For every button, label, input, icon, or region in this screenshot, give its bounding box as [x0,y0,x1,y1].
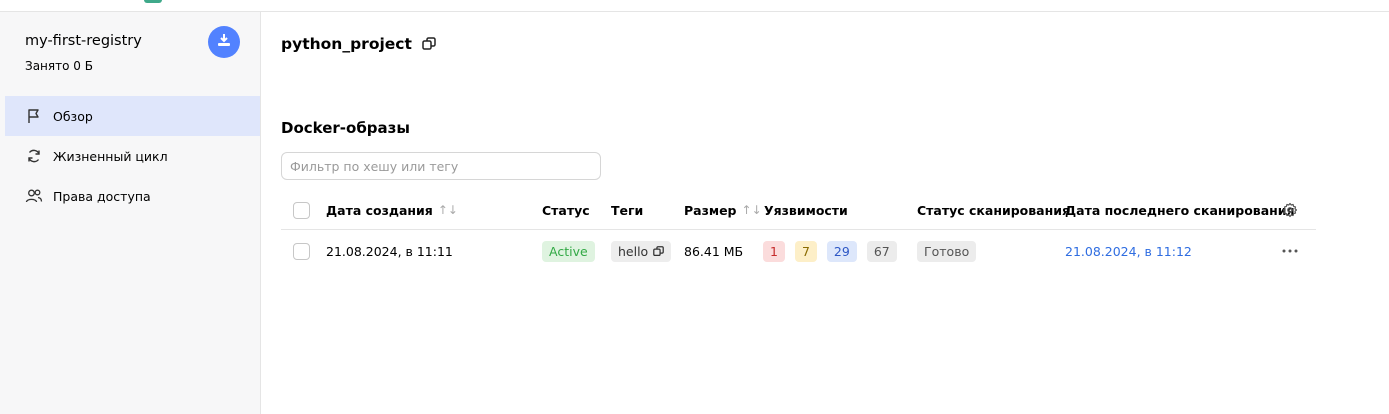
table-header: Дата создания ↑↓ Статус Теги Размер ↑↓ У… [281,190,1316,230]
column-scan-status: Статус сканирования [917,202,1071,218]
flag-icon [25,107,43,125]
vuln-low-badge: 67 [866,240,897,262]
vuln-medium-badge: 29 [826,240,857,262]
vuln-critical-badge: 1 [763,240,785,262]
row-checkbox[interactable] [293,242,310,260]
status-badge: Active [542,240,595,262]
last-scan-link[interactable]: 21.08.2024, в 11:12 [1065,231,1192,271]
registry-used-space: Занято 0 Б [25,59,93,73]
top-bar [0,0,1389,12]
upload-icon [216,32,232,52]
select-all-checkbox[interactable] [293,201,310,219]
filter-input[interactable] [281,152,601,180]
column-vulns: Уязвимости [764,202,848,218]
sidebar-nav: Обзор Жизненный цикл Права доступа [0,96,260,216]
copy-icon[interactable] [653,245,665,257]
registry-name: my-first-registry [25,33,142,49]
sidebar-item-overview[interactable]: Обзор [5,96,260,136]
users-icon [25,187,43,205]
tag-badge[interactable]: hello [611,240,672,262]
registry-upload-button[interactable] [208,26,240,58]
sidebar-item-label: Обзор [53,108,93,124]
sidebar-item-label: Жизненный цикл [53,148,168,164]
page-title: python_project [281,35,412,53]
column-tags: Теги [611,202,644,218]
refresh-icon [25,147,43,165]
column-status: Статус [542,202,590,218]
sidebar-item-access[interactable]: Права доступа [0,176,260,216]
sidebar: my-first-registry Занято 0 Б Обзор Жизне… [0,12,261,414]
column-size[interactable]: Размер ↑↓ [684,190,762,230]
project-header: python_project [281,35,438,53]
main-content: python_project Docker-образы Дата создан… [261,12,1389,414]
sidebar-item-label: Права доступа [53,188,151,204]
section-title: Docker-образы [281,119,410,137]
table-row[interactable]: 21.08.2024, в 11:11 Active hello 86.41 М… [281,231,1316,271]
tag-label: hello [618,243,649,259]
more-icon[interactable] [1281,242,1299,260]
top-tab-indicator [144,0,162,3]
scan-status-badge: Готово [917,240,977,262]
sort-icon: ↑↓ [437,203,458,217]
copy-icon[interactable] [422,36,438,52]
gear-icon[interactable] [1281,201,1299,219]
sidebar-item-lifecycle[interactable]: Жизненный цикл [0,136,260,176]
row-created: 21.08.2024, в 11:11 [326,243,453,259]
row-size: 86.41 МБ [684,243,744,259]
column-last-scan: Дата последнего сканирования [1065,202,1295,218]
column-created[interactable]: Дата создания ↑↓ [326,190,458,230]
vuln-high-badge: 7 [794,240,817,262]
sort-icon: ↑↓ [741,203,762,217]
